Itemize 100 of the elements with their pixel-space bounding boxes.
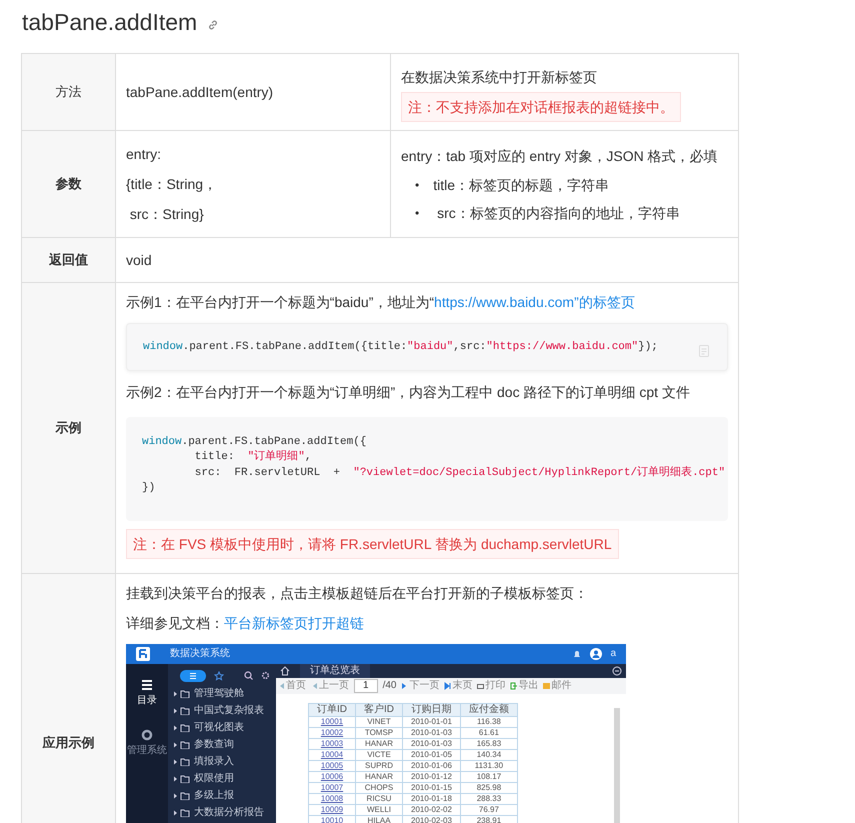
bullet-marker: • <box>415 177 420 194</box>
table-cell: 2010-01-03 <box>402 727 460 738</box>
bell-icon <box>572 648 582 658</box>
table-cell: 2010-01-15 <box>402 782 460 793</box>
table-cell: WELLI <box>356 804 402 815</box>
doc-link[interactable]: 平台新标签页打开超链 <box>224 614 364 630</box>
code-block: window.parent.FS.tabPane.addItem({ title: "订单明细", src: FR.servletURL + "?viewlet=doc/SpecialSubject/HyplinkReport/订单明细表.cpt" }) <box>126 416 728 520</box>
folder-icon <box>174 724 190 732</box>
return-value: void <box>126 251 153 270</box>
param-item: title：标签页的标题，字符串 <box>433 176 609 195</box>
report-tab[interactable]: 订单总览表 <box>300 664 370 678</box>
home-icon <box>280 666 290 676</box>
page-total: /40 <box>382 680 396 692</box>
param-text: entry: <box>126 145 162 164</box>
param-text: src：String} <box>128 205 205 224</box>
page-field[interactable]: 1 <box>354 678 378 692</box>
warning-note: 注：不支持添加在对话框报表的超链接中。 <box>401 92 681 122</box>
rail-item[interactable]: 目录 <box>126 678 168 706</box>
list-toggle-icon <box>180 670 206 682</box>
column-header: 应付金额 <box>460 703 518 716</box>
row-label: 应用示例 <box>42 734 94 752</box>
table-cell: SUPRD <box>356 760 402 771</box>
folder-icon <box>174 707 190 715</box>
param-item: src：标签页的内容指向的地址，字符串 <box>436 204 680 223</box>
printer-icon <box>477 682 484 690</box>
folder-item[interactable]: 权限使用 <box>168 770 276 788</box>
table-cell: 288.33 <box>460 793 518 804</box>
folder-item[interactable]: 可视化图表 <box>168 720 276 736</box>
table-cell: 1131.30 <box>460 760 518 771</box>
toolbar-button[interactable]: 邮件 <box>543 680 572 692</box>
table-cell: 76.97 <box>460 804 518 815</box>
page-title: tabPane.addItem <box>22 8 198 36</box>
example-text: 示例2：在平台内打开一个标题为“订单明细”，内容为工程中 doc 路径下的订单明细 cpt 文件 <box>126 382 691 402</box>
table-cell: VINET <box>356 716 402 727</box>
table-cell: 2010-01-05 <box>402 749 460 760</box>
table-cell: HANAR <box>356 738 402 749</box>
next-icon <box>401 682 408 690</box>
table-cell: 165.83 <box>460 738 518 749</box>
table-cell: HANAR <box>356 771 402 782</box>
table-cell: RICSU <box>356 793 402 804</box>
folder-item[interactable]: 参数查询 <box>168 736 276 754</box>
folder-icon <box>174 809 190 817</box>
table-cell: 116.38 <box>460 716 518 727</box>
toolbar-button[interactable]: 首页 <box>278 680 306 692</box>
row-label: 返回值 <box>49 251 88 269</box>
table-cell: 2010-01-18 <box>402 793 460 804</box>
column-header: 订购日期 <box>402 703 460 716</box>
envelope-icon <box>543 682 550 690</box>
folder-icon <box>174 758 190 766</box>
code-block: window.parent.FS.tabPane.addItem({title:"baidu",src:"https://www.baidu.com"}); <box>126 323 728 370</box>
folder-item[interactable]: 管理驾驶舱 <box>168 686 276 702</box>
folder-icon <box>174 775 190 783</box>
doc-reference: 详细参见文档：平台新标签页打开超链 <box>126 614 365 632</box>
bullet-marker: • <box>415 205 420 222</box>
search-icon <box>244 671 253 680</box>
column-header: 客户ID <box>356 703 402 716</box>
avatar-icon <box>590 648 602 660</box>
table-cell: 2010-01-01 <box>402 716 460 727</box>
rail-item[interactable]: 管理系统 <box>126 728 168 756</box>
toolbar-button[interactable]: 上一页 <box>311 680 349 692</box>
app-title: 数据决策系统 <box>170 648 230 660</box>
table-cell: 825.98 <box>460 782 518 793</box>
close-icon <box>612 666 622 676</box>
toolbar-button[interactable]: 打印 <box>477 680 506 692</box>
previous-icon <box>311 682 318 690</box>
table-cell: 140.34 <box>460 749 518 760</box>
table-cell: 61.61 <box>460 727 518 738</box>
row-label: 方法 <box>56 83 82 101</box>
folder-icon <box>174 741 190 749</box>
folder-item[interactable]: 多级上报 <box>168 788 276 804</box>
row-label: 示例 <box>56 418 82 437</box>
table-cell: 108.17 <box>460 771 518 782</box>
table-cell: CHOPS <box>356 782 402 793</box>
column-header: 订单ID <box>308 703 356 716</box>
last-page-icon <box>444 682 452 690</box>
star-icon <box>214 670 224 680</box>
toolbar-button[interactable]: 下一页 <box>401 680 440 692</box>
export-icon <box>510 682 518 690</box>
application-text: 挂载到决策平台的报表，点击主模板超链后在平台打开新的子模板标签页： <box>126 584 589 602</box>
param-text: {title：String， <box>126 175 218 194</box>
folder-icon <box>174 792 190 800</box>
folder-item[interactable]: 中国式复杂报表 <box>168 702 276 720</box>
param-description: entry：tab 项对应的 entry 对象，JSON 格式，必填 <box>401 147 719 166</box>
warning-note: 注：在 FVS 模板中使用时，请将 FR.servletURL 替换为 duchamp.servletURL <box>126 528 619 558</box>
table-cell: 2010-01-12 <box>402 771 460 782</box>
table-cell: VICTE <box>356 749 402 760</box>
link-icon[interactable] <box>207 19 220 31</box>
folder-item[interactable]: 填报录入 <box>168 754 276 770</box>
toolbar-button[interactable]: 导出 <box>510 680 538 692</box>
folder-icon <box>174 690 190 698</box>
example-link[interactable]: https://www.baidu.com”的标签页 <box>434 294 635 310</box>
method-signature: tabPane.addItem(entry) <box>126 83 274 102</box>
first-page-icon <box>278 682 285 690</box>
example-text: 示例1：在平台内打开一个标题为“baidu”，地址为“https://www.baidu.com”的标签页 <box>126 293 636 312</box>
folder-item[interactable]: 大数据分析报告 <box>168 804 276 822</box>
table-cell: 2010-02-02 <box>402 804 460 815</box>
table-cell: 2010-01-06 <box>402 760 460 771</box>
row-label: 参数 <box>56 175 82 193</box>
user-name[interactable]: a <box>610 648 616 660</box>
toolbar-button[interactable]: 末页 <box>444 680 472 692</box>
